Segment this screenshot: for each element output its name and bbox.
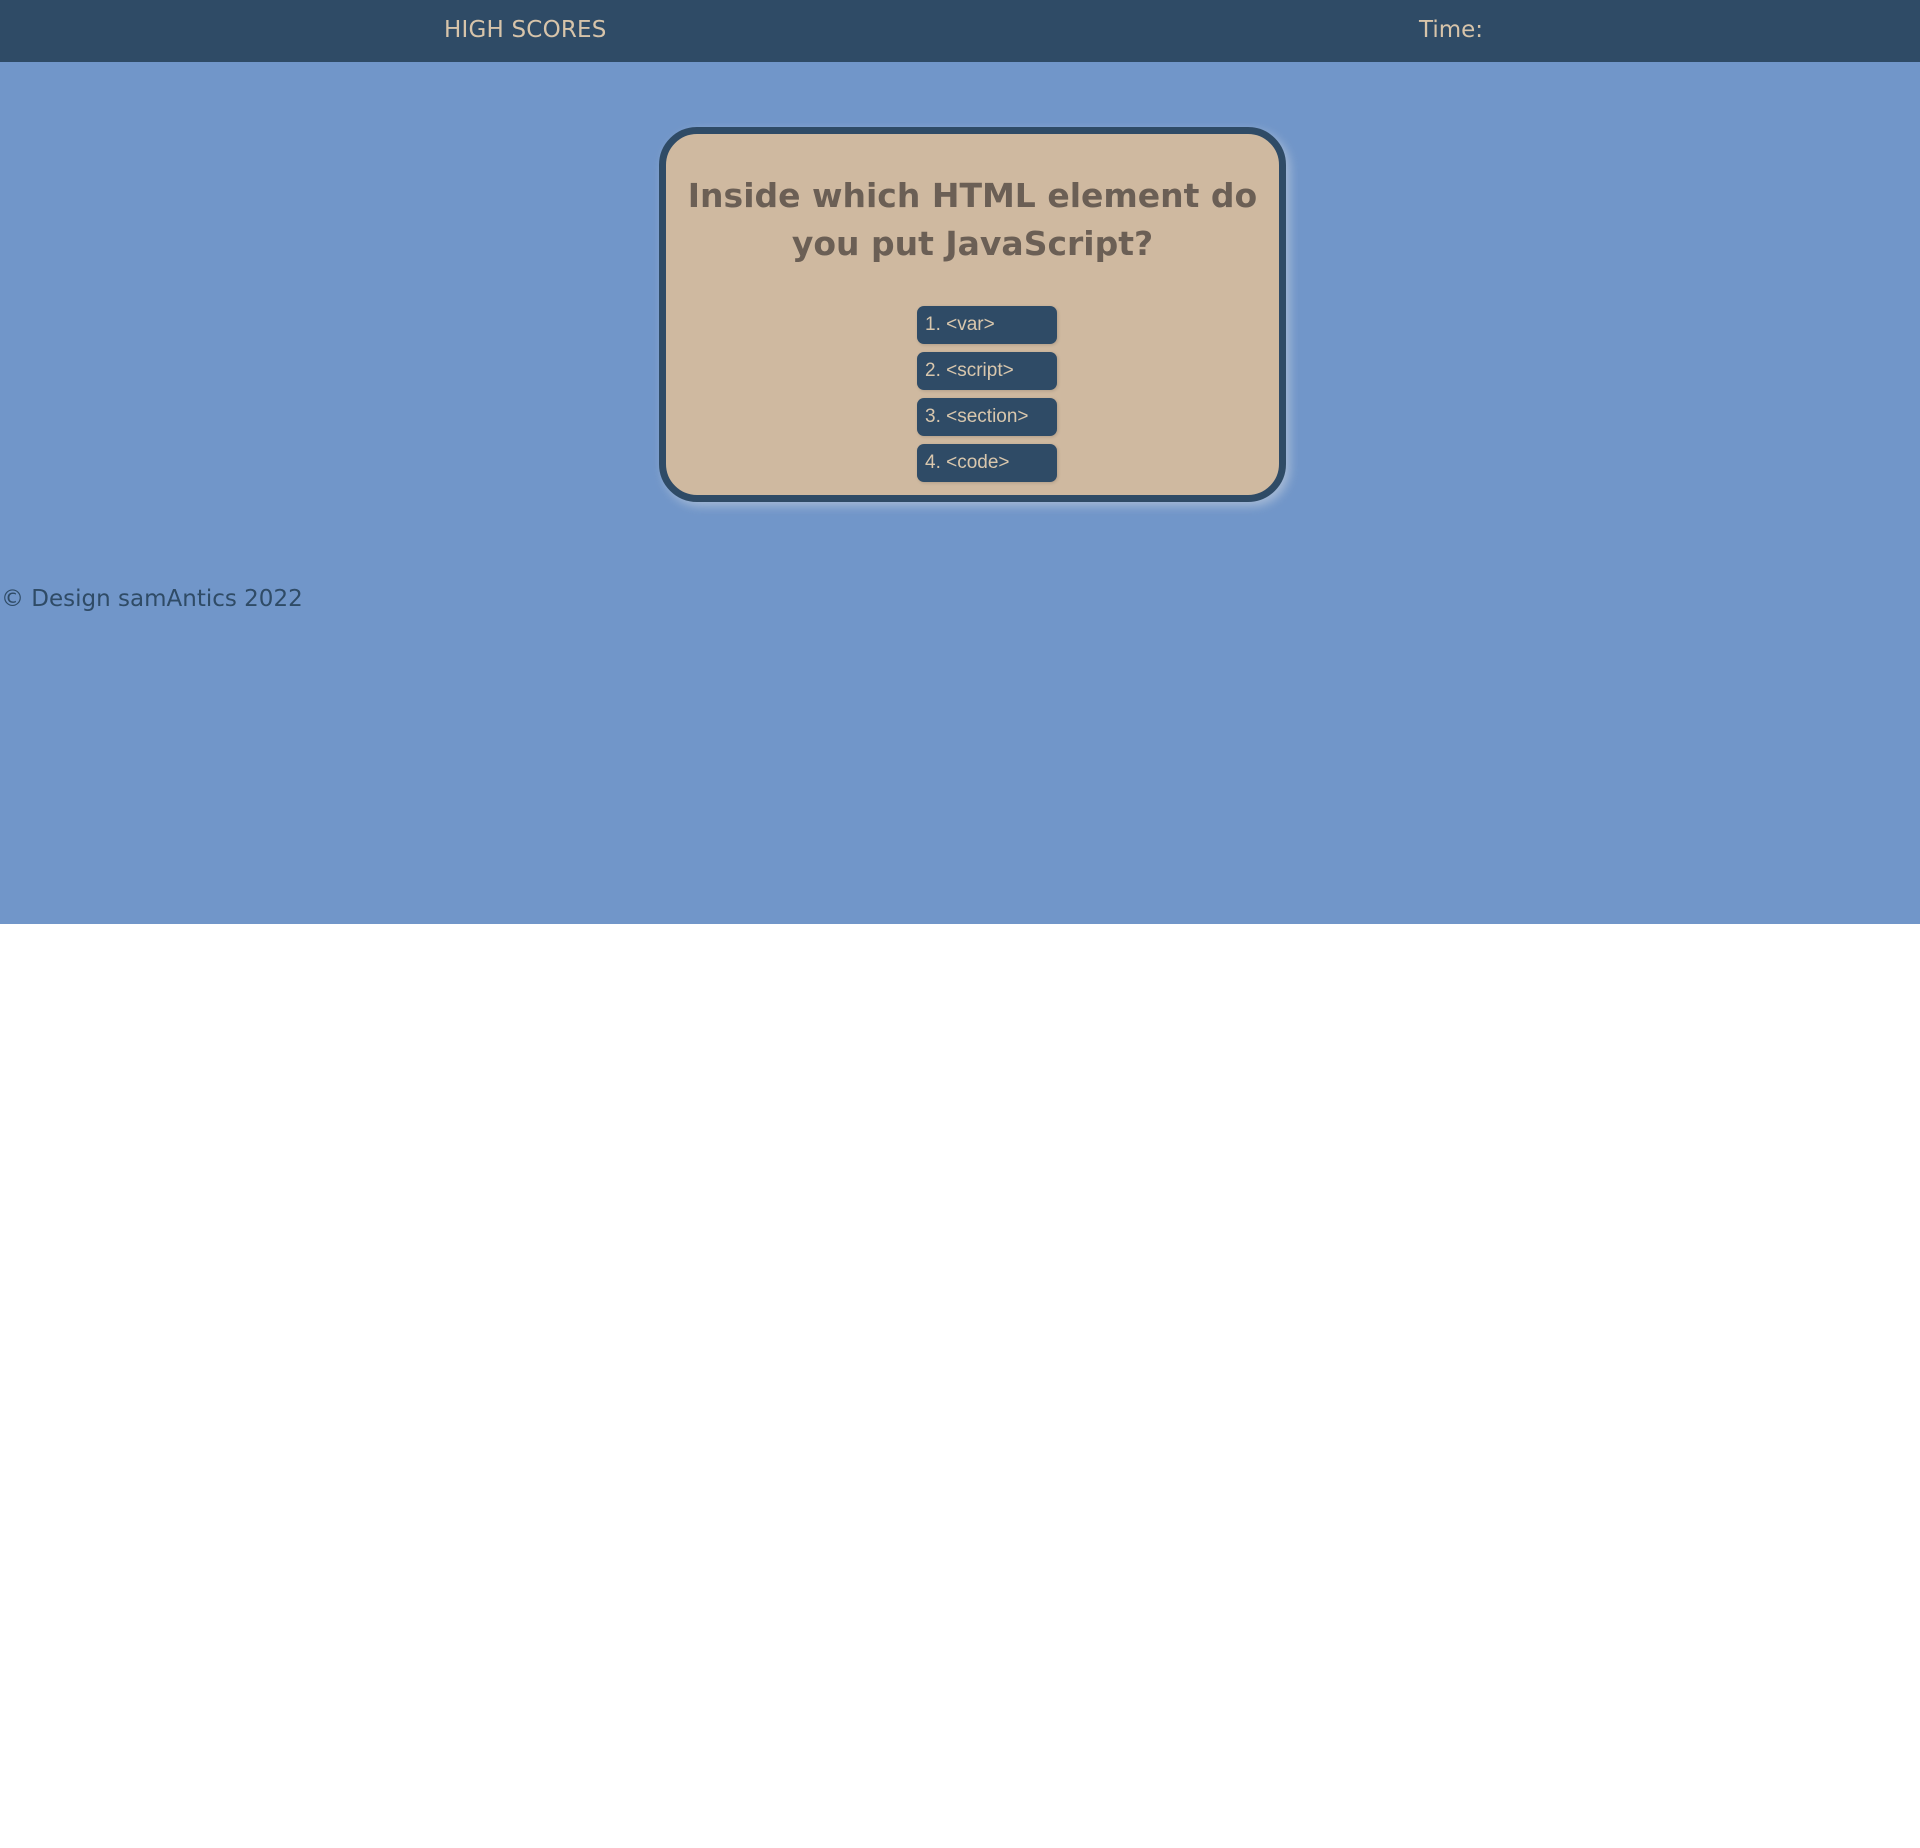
answer-choices: 1. <var> 2. <script> 3. <section> 4. <co… [917, 306, 1057, 490]
quiz-card: Inside which HTML element do you put Jav… [659, 127, 1286, 502]
answer-choice-2[interactable]: 2. <script> [917, 352, 1057, 390]
high-scores-link[interactable]: HIGH SCORES [444, 17, 607, 43]
question-text: Inside which HTML element do you put Jav… [687, 176, 1258, 263]
quiz-page: HIGH SCORES Time: Inside which HTML elem… [0, 0, 1920, 924]
answer-choice-3[interactable]: 3. <section> [917, 398, 1057, 436]
answer-choice-4[interactable]: 4. <code> [917, 444, 1057, 482]
footer-copyright: © Design samAntics 2022 [1, 586, 303, 612]
timer: Time: [1419, 17, 1483, 43]
timer-label: Time: [1419, 17, 1484, 43]
answer-choice-1[interactable]: 1. <var> [917, 306, 1057, 344]
top-nav-bar: HIGH SCORES Time: [0, 0, 1920, 62]
